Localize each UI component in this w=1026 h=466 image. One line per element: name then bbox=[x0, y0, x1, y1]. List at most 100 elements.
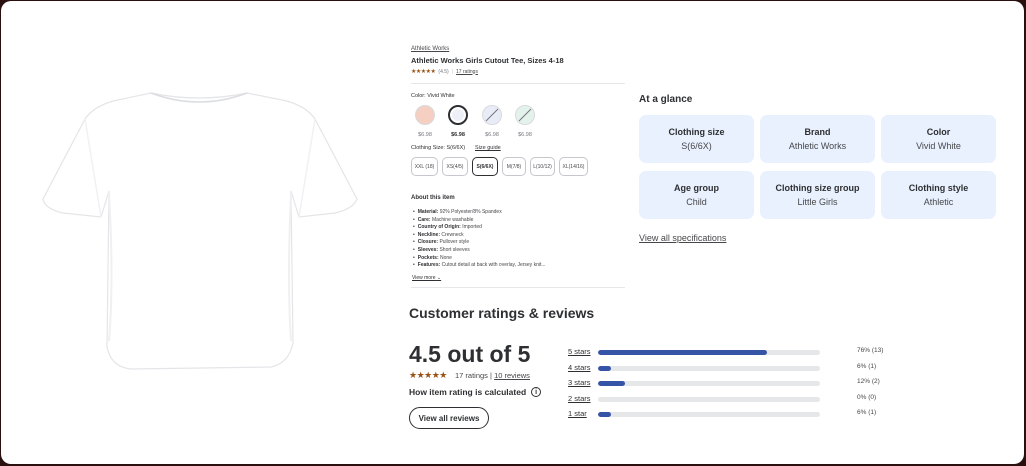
star-rating-icon: ★★★★★ bbox=[409, 370, 447, 380]
about-item-value: Machine washable bbox=[431, 216, 474, 223]
rating-bar-percent: 12% (2) bbox=[857, 378, 880, 385]
size-option[interactable]: M(7/8) bbox=[502, 157, 526, 176]
swatch-price: $6.98 bbox=[418, 132, 432, 138]
rating-bar-track bbox=[598, 412, 820, 417]
separator: | bbox=[451, 68, 453, 75]
rating-calc-label: How item rating is calculated bbox=[409, 387, 527, 397]
about-item-key: Country of Origin: bbox=[417, 224, 461, 231]
about-item-key: Features: bbox=[417, 262, 441, 269]
rating-bar-label[interactable]: 3 stars bbox=[568, 378, 591, 387]
divider bbox=[411, 287, 625, 288]
rating-bar-fill bbox=[598, 350, 767, 355]
color-swatch-vivid-white[interactable] bbox=[448, 105, 468, 125]
rating-bar-percent: 0% (0) bbox=[857, 393, 877, 401]
size-option[interactable]: L(10/12) bbox=[530, 157, 555, 176]
color-label: Color: Vivid White bbox=[411, 93, 455, 99]
rating-bar-label[interactable]: 1 star bbox=[568, 409, 587, 418]
glance-card-clothing-size: Clothing size S(6/6X) bbox=[639, 115, 754, 163]
about-list-item: Pockets: None bbox=[413, 255, 546, 263]
rating-bar-fill bbox=[598, 365, 612, 371]
glance-card-value: S(6/6X) bbox=[681, 141, 712, 151]
rating-meta: 17 ratings | 10 reviews bbox=[455, 371, 530, 380]
color-swatch-mint[interactable] bbox=[515, 105, 535, 125]
rating-summary: ★★★★★ (4.5) | 17 ratings bbox=[411, 68, 478, 76]
about-list: Material: 92% Polyester/8% SpandexCare: … bbox=[413, 209, 546, 270]
product-page: Athletic Works Athletic Works Girls Cuto… bbox=[1, 1, 1024, 464]
glance-title: At a glance bbox=[639, 94, 693, 105]
glance-card-value: Little Girls bbox=[797, 197, 838, 207]
star-rating-icon: ★★★★★ bbox=[411, 69, 436, 75]
size-option[interactable]: XL(14/16) bbox=[559, 157, 588, 176]
chevron-down-icon: ⌄ bbox=[436, 275, 442, 281]
about-list-item: Sleeves: Short sleeves bbox=[413, 247, 546, 255]
glance-card-label: Clothing style bbox=[908, 183, 969, 193]
rating-calc-row[interactable]: How item rating is calculated i bbox=[409, 387, 542, 397]
color-swatch-blue[interactable] bbox=[482, 105, 502, 125]
size-option[interactable]: XXL (18) bbox=[411, 157, 438, 176]
about-item-value: Cutout detail at back with overlay, Jers… bbox=[441, 262, 546, 269]
rating-bar-row[interactable]: 4 stars 6% (1) bbox=[568, 363, 898, 375]
glance-card-clothing-size-group: Clothing size group Little Girls bbox=[760, 171, 875, 219]
rating-bar-label[interactable]: 2 stars bbox=[568, 394, 591, 403]
swatch-price: $6.98 bbox=[518, 132, 532, 138]
about-item-key: Closure: bbox=[417, 239, 439, 246]
glance-card-label: Clothing size bbox=[668, 127, 725, 137]
brand-link[interactable]: Athletic Works bbox=[411, 46, 449, 52]
about-title: About this item bbox=[411, 195, 455, 201]
rating-bar-label[interactable]: 5 stars bbox=[568, 347, 591, 356]
glance-card-clothing-style: Clothing style Athletic bbox=[881, 171, 996, 219]
about-list-item: Closure: Pullover style bbox=[413, 239, 546, 247]
glance-card-value: Athletic Works bbox=[788, 141, 847, 151]
about-item-key: Material: bbox=[417, 209, 439, 215]
reviews-title: Customer ratings & reviews bbox=[409, 305, 595, 321]
view-all-reviews-button[interactable]: View all reviews bbox=[409, 407, 489, 429]
size-option[interactable]: S(6/6X) bbox=[472, 157, 498, 176]
about-list-item: Material: 92% Polyester/8% Spandex bbox=[413, 209, 546, 217]
color-swatch-pink[interactable] bbox=[415, 105, 435, 125]
about-item-key: Neckline: bbox=[417, 231, 440, 238]
product-image[interactable] bbox=[39, 81, 359, 381]
view-more-link[interactable]: View more ⌄ bbox=[412, 275, 441, 281]
about-item-key: Care: bbox=[417, 216, 431, 223]
size-selected: S(6/6X) bbox=[446, 145, 466, 151]
about-list-item: Features: Cutout detail at back with ove… bbox=[413, 262, 546, 270]
ratings-count: 17 ratings bbox=[455, 371, 488, 380]
color-selected: Vivid White bbox=[427, 93, 455, 99]
rating-bar-label[interactable]: 4 stars bbox=[568, 363, 591, 372]
about-item-key: Pockets: bbox=[417, 254, 439, 261]
rating-bar-track bbox=[598, 381, 820, 386]
reviews-link[interactable]: 10 reviews bbox=[494, 371, 530, 380]
about-list-item: Care: Machine washable bbox=[413, 217, 546, 225]
about-item-value: Crewneck bbox=[441, 231, 464, 238]
size-option[interactable]: XS(4/5) bbox=[442, 157, 468, 176]
unavailable-slash-icon bbox=[518, 108, 532, 122]
glance-card-value: Vivid White bbox=[916, 141, 961, 151]
ratings-link[interactable]: 17 ratings bbox=[456, 69, 478, 75]
rating-bar-fill bbox=[598, 381, 625, 386]
glance-card-age-group: Age group Child bbox=[639, 171, 754, 219]
glance-card-label: Brand bbox=[804, 127, 831, 137]
size-label: Clothing Size: S(6/6X) bbox=[411, 145, 465, 151]
size-guide-link[interactable]: Size guide bbox=[475, 145, 501, 151]
about-item-value: 92% Polyester/8% Spandex bbox=[439, 209, 502, 215]
about-item-key: Sleeves: bbox=[417, 246, 439, 253]
rating-bar-track bbox=[598, 350, 820, 355]
size-label-text: Clothing Size: bbox=[411, 145, 445, 151]
rating-bar-row[interactable]: 3 stars 12% (2) bbox=[568, 378, 898, 390]
rating-bar-track bbox=[598, 396, 820, 402]
info-icon[interactable]: i bbox=[531, 387, 542, 397]
rating-bar-row[interactable]: 1 star 6% (1) bbox=[568, 409, 898, 421]
glance-card-value: Child bbox=[686, 197, 707, 207]
rating-bar-percent: 76% (13) bbox=[857, 347, 884, 354]
rating-bar-row[interactable]: 2 stars 0% (0) bbox=[568, 394, 898, 406]
divider bbox=[411, 83, 625, 84]
glance-card-color: Color Vivid White bbox=[881, 115, 996, 163]
view-all-specifications-link[interactable]: View all specifications bbox=[639, 233, 726, 243]
about-list-item: Neckline: Crewneck bbox=[413, 232, 546, 240]
view-more-text: View more bbox=[412, 275, 436, 281]
glance-card-brand: Brand Athletic Works bbox=[760, 115, 875, 163]
rating-bar-percent: 6% (1) bbox=[857, 409, 877, 416]
rating-bar-track bbox=[598, 365, 820, 371]
rating-bar-row[interactable]: 5 stars 76% (13) bbox=[568, 347, 898, 359]
swatch-price: $6.98 bbox=[451, 132, 465, 138]
